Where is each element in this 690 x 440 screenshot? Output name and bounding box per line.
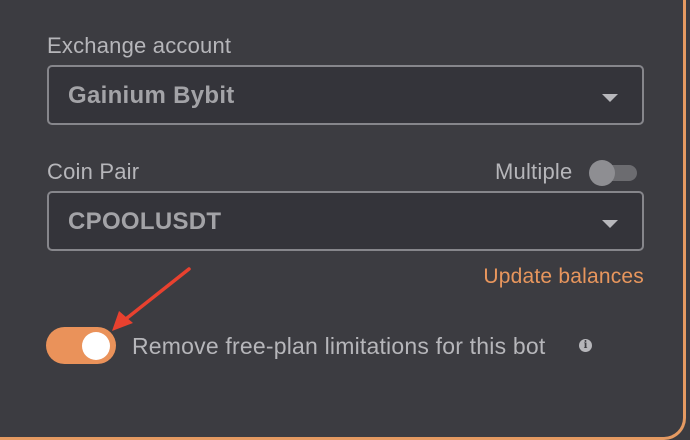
update-balances-link[interactable]: Update balances (483, 265, 644, 289)
info-icon[interactable]: i (579, 339, 592, 352)
multiple-label: Multiple (495, 159, 573, 184)
coin-pair-label: Coin Pair (47, 159, 140, 184)
multiple-toggle-knob (589, 160, 615, 186)
multiple-toggle[interactable] (589, 160, 637, 186)
red-arrow-icon (112, 267, 191, 331)
exchange-account-label: Exchange account (47, 33, 232, 58)
chevron-down-icon (602, 220, 618, 228)
exchange-account-value: Gainium Bybit (68, 82, 235, 109)
coin-pair-select[interactable]: CPOOLUSDT (47, 191, 644, 251)
chevron-down-icon (602, 94, 618, 102)
exchange-account-select[interactable]: Gainium Bybit (47, 65, 644, 125)
coin-pair-value: CPOOLUSDT (68, 208, 222, 235)
